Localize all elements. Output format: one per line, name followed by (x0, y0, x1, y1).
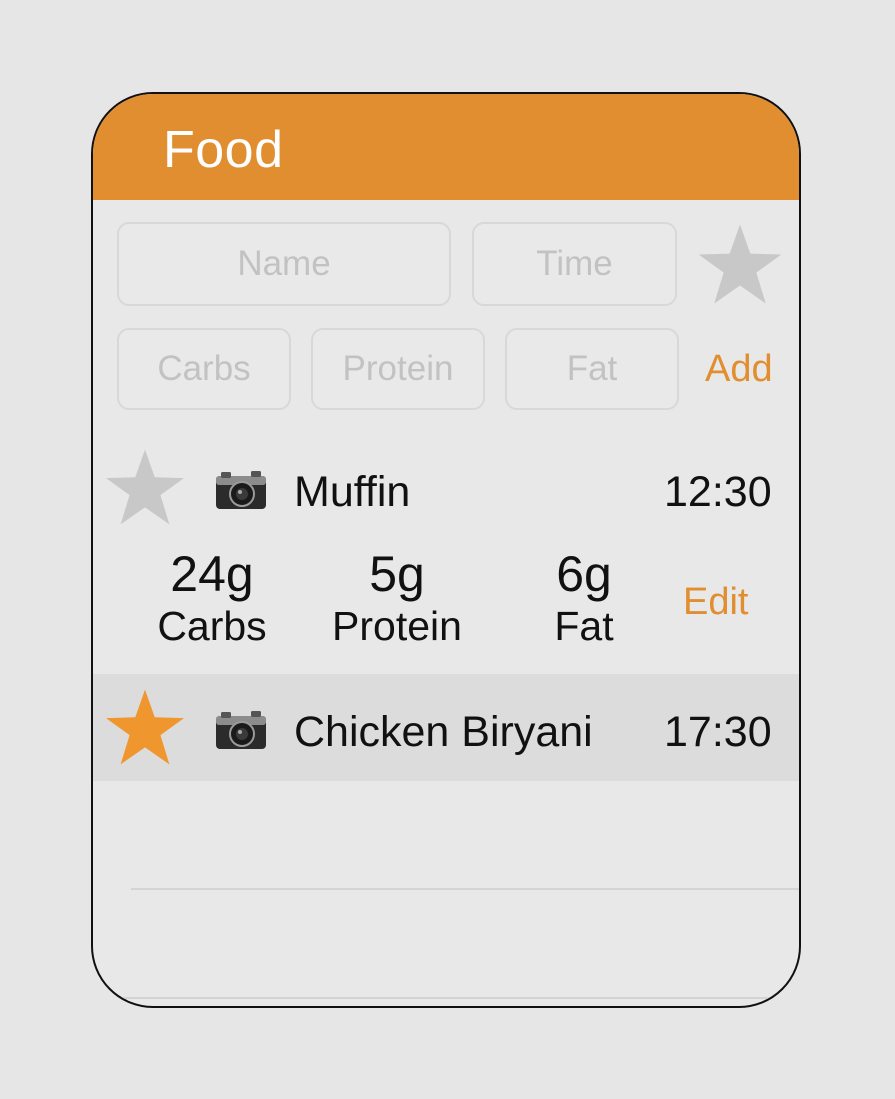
list-separator (93, 997, 799, 999)
carbs-value: 24g (170, 546, 254, 602)
food-name: Chicken Biryani (294, 708, 593, 756)
favorite-toggle-star-icon[interactable] (697, 222, 783, 306)
fat-value: 6g (556, 546, 612, 602)
protein-label: Protein (332, 603, 462, 649)
carbs-input[interactable]: Carbs (117, 328, 291, 410)
fat-label: Fat (554, 603, 614, 649)
protein-input[interactable]: Protein (311, 328, 485, 410)
list-item[interactable]: Chicken Biryani 17:30 (93, 674, 799, 781)
name-input[interactable]: Name (117, 222, 451, 306)
carbs-summary: 24g Carbs (127, 546, 297, 650)
protein-summary: 5g Protein (312, 546, 482, 650)
edit-button[interactable]: Edit (683, 581, 748, 624)
nav-bar: Food (93, 94, 799, 200)
add-button[interactable]: Add (705, 348, 773, 391)
star-icon[interactable] (103, 688, 187, 766)
time-input[interactable]: Time (472, 222, 677, 306)
camera-icon[interactable] (215, 470, 267, 510)
protein-value: 5g (369, 546, 425, 602)
food-time: 17:30 (664, 708, 772, 756)
fat-input[interactable]: Fat (505, 328, 679, 410)
camera-icon[interactable] (215, 710, 267, 750)
food-time: 12:30 (664, 468, 772, 516)
food-name: Muffin (294, 468, 411, 516)
list-separator (131, 888, 799, 890)
page-title: Food (163, 121, 284, 179)
carbs-label: Carbs (157, 603, 267, 649)
fat-summary: 6g Fat (499, 546, 669, 650)
app-window: Food Name Time Carbs Protein Fat Add Muf… (91, 92, 801, 1008)
star-icon[interactable] (103, 448, 187, 526)
